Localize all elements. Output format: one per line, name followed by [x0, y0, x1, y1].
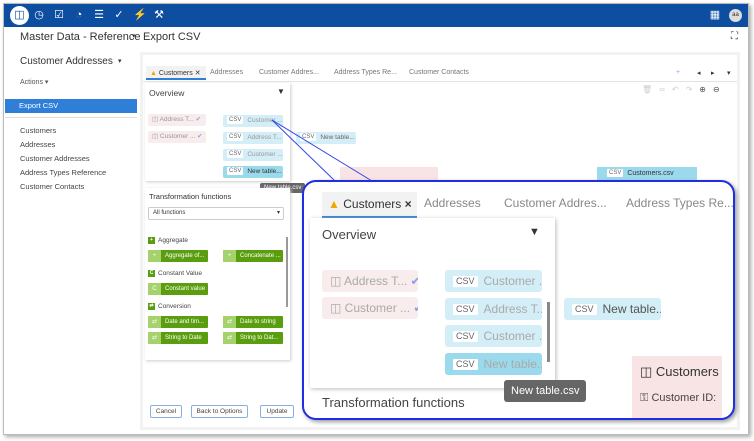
target-item[interactable]: CSV Address T...	[445, 298, 542, 320]
tab-addresses[interactable]: Addresses	[424, 196, 481, 210]
tab-customer-addresses[interactable]: Customer Addres...	[504, 196, 607, 210]
zoom-callout: ▲ Customers × Addresses Customer Addres.…	[302, 180, 735, 420]
tab-address-types[interactable]: Address Types Re...	[626, 196, 733, 210]
scrollbar[interactable]	[547, 302, 550, 362]
source-item[interactable]: ◫ Customer ... ✔	[322, 297, 418, 319]
source-item[interactable]: ◫ Address T... ✔	[322, 270, 418, 292]
target-item-new[interactable]: CSVNew table... 🗑	[445, 353, 542, 375]
tooltip: New table.csv	[504, 380, 587, 402]
target-item[interactable]: CSVCustomer ...	[445, 325, 542, 347]
dragged-item[interactable]: CSVNew table... 🗑	[564, 298, 661, 320]
tab-customers[interactable]: ▲ Customers ×	[322, 192, 417, 218]
collapse-icon[interactable]: ▼	[529, 226, 540, 238]
target-item[interactable]: CSVCustomer ...	[445, 270, 542, 292]
field-row[interactable]: ⚿ Customer ID:	[640, 392, 716, 405]
overview-title: Overview	[322, 227, 377, 242]
source-node-title: ◫ Customers	[640, 364, 719, 379]
transform-title: Transformation functions	[322, 395, 465, 410]
